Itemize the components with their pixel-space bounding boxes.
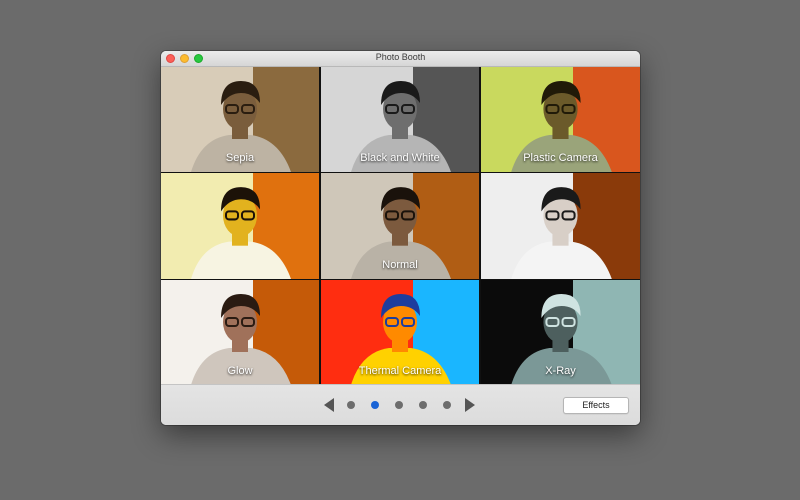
effect-tile[interactable]: Thermal Camera [321,280,479,385]
photo-booth-window: Photo Booth Sepia Black and White Plastic … [161,51,640,425]
effect-label: Black and White [360,152,440,164]
effects-button[interactable]: Effects [563,397,629,414]
person-silhouette [511,187,612,279]
page-dot[interactable] [443,401,451,409]
page-dot[interactable] [395,401,403,409]
previous-page-icon[interactable] [324,398,334,412]
effect-tile[interactable]: Sepia [161,67,319,172]
effect-label: Thermal Camera [358,365,442,377]
effect-tile[interactable]: Normal [321,173,479,279]
page-dot[interactable] [347,401,355,409]
effect-label: Glow [227,365,253,377]
person-silhouette [191,187,291,279]
effect-label: Plastic Camera [523,152,598,164]
effect-label: Normal [382,259,418,271]
bottom-toolbar: Effects [161,384,640,425]
title-bar[interactable]: Photo Booth [161,51,640,67]
page-dot[interactable] [419,401,427,409]
effect-tile[interactable] [161,173,319,279]
page-dot[interactable] [371,401,379,409]
page-navigation [324,397,479,413]
next-page-icon[interactable] [465,398,475,412]
effect-label: X-Ray [545,365,576,377]
window-title: Photo Booth [375,52,426,62]
effects-grid: Sepia Black and White Plastic Camera Normal… [161,67,640,385]
effect-tile[interactable]: Plastic Camera [481,67,640,172]
effect-label: Sepia [225,152,255,164]
effect-tile[interactable]: Black and White [321,67,479,172]
effect-tile[interactable] [481,173,640,279]
effect-tile[interactable]: Glow [161,280,319,385]
effect-tile[interactable]: X-Ray [481,280,640,385]
